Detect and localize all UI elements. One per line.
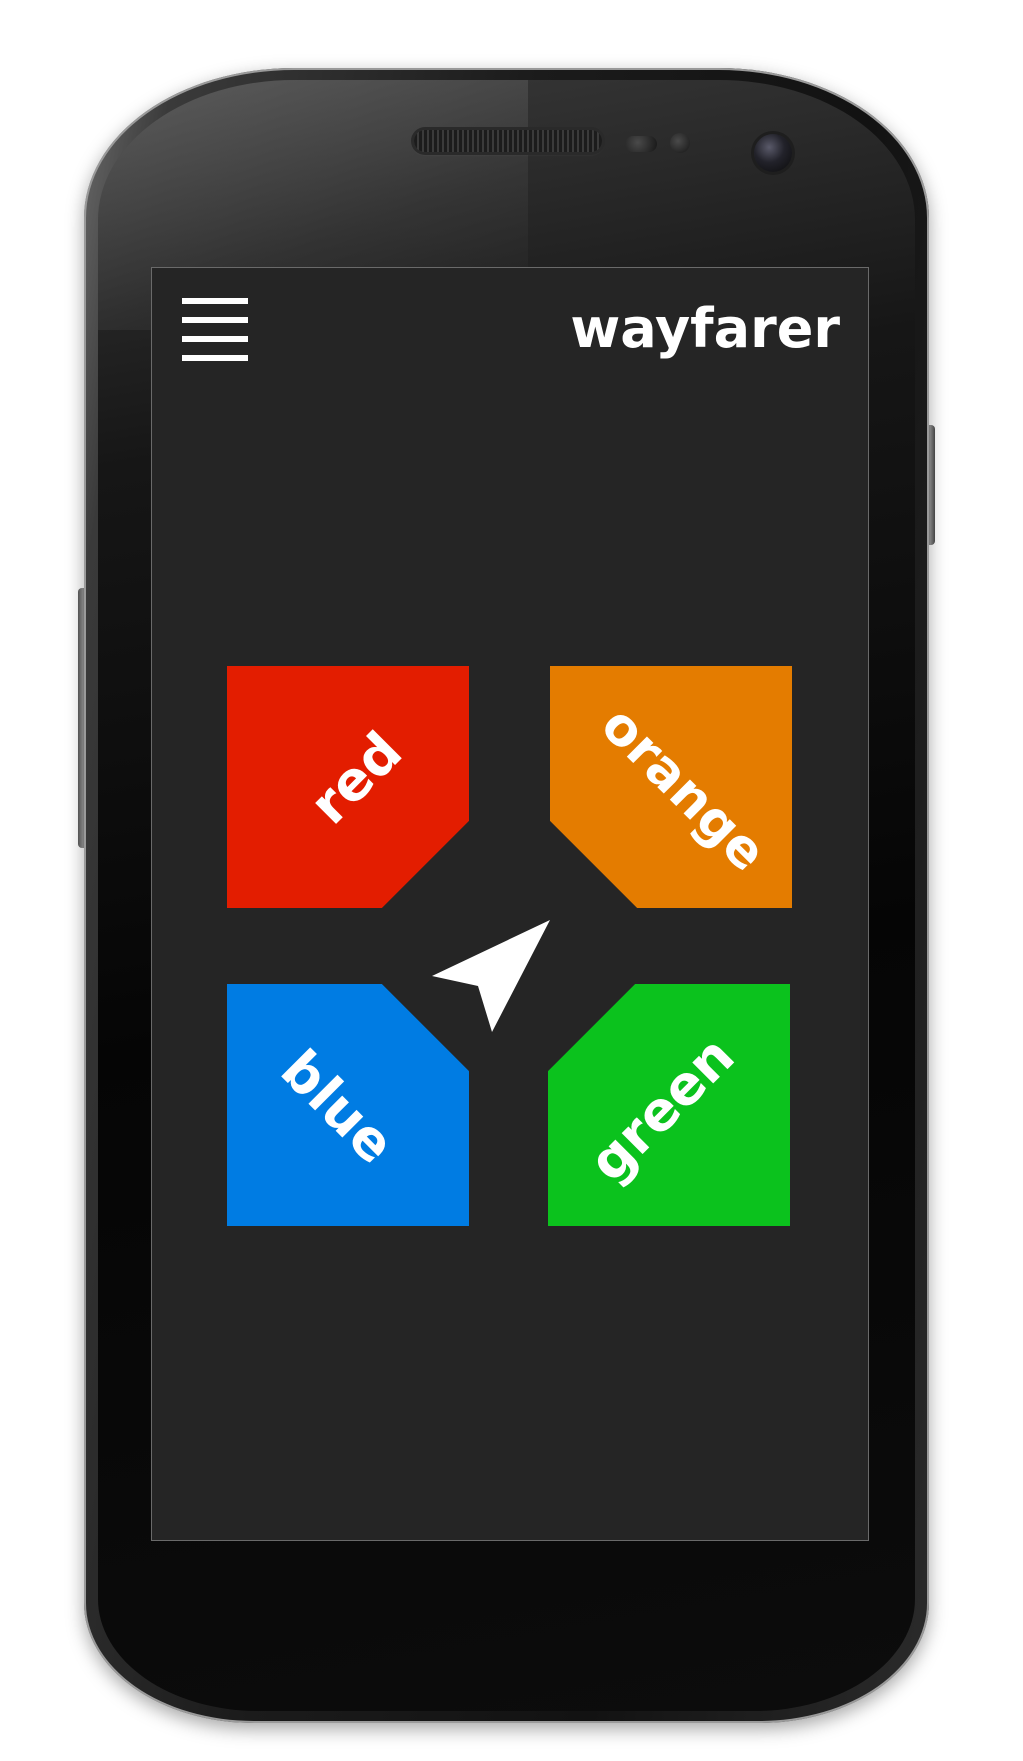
app-title: wayfarer <box>570 297 840 360</box>
app-screen: wayfarer red orange blue green <box>152 268 868 1540</box>
tile-label: green <box>576 1024 747 1194</box>
navigation-arrow-shape <box>432 920 550 1032</box>
navigation-arrow-icon[interactable] <box>426 896 566 1036</box>
tile-label: blue <box>268 1037 407 1176</box>
front-camera <box>754 134 792 172</box>
tile-red[interactable]: red <box>227 666 469 908</box>
light-sensor <box>670 133 690 153</box>
tile-orange[interactable]: orange <box>550 666 792 908</box>
menu-line <box>182 317 248 323</box>
menu-line <box>182 355 248 361</box>
hamburger-menu-icon[interactable] <box>182 298 248 362</box>
menu-line <box>182 298 248 304</box>
tile-label: red <box>297 719 415 837</box>
tile-green[interactable]: green <box>548 984 790 1226</box>
earpiece-speaker <box>414 130 602 152</box>
device-stage: wayfarer red orange blue green <box>0 0 1023 1761</box>
menu-line <box>182 336 248 342</box>
proximity-sensor <box>625 136 657 152</box>
tile-label: orange <box>589 695 778 884</box>
